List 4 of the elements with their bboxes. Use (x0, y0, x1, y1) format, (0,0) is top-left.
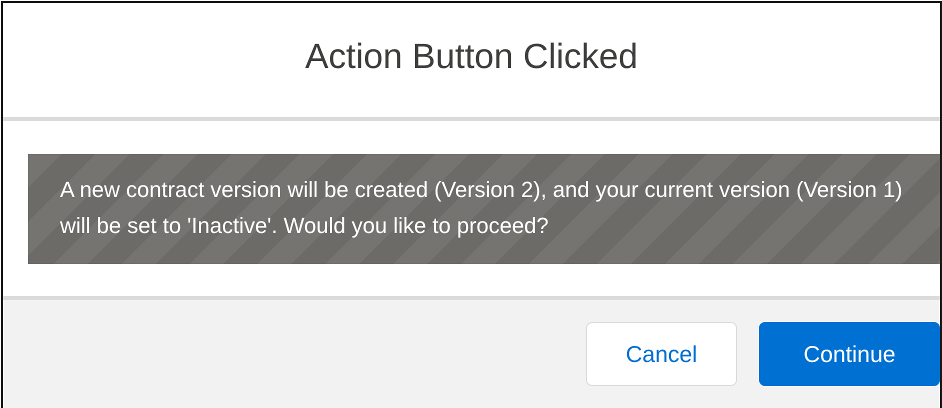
continue-button[interactable]: Continue (759, 322, 940, 386)
dialog-title: Action Button Clicked (305, 37, 638, 78)
cancel-button[interactable]: Cancel (586, 322, 737, 386)
message-banner: A new contract version will be created (Version 2), and your current version (Version 1) will be set to 'Inactive'. Would you like to proceed? (28, 154, 940, 264)
